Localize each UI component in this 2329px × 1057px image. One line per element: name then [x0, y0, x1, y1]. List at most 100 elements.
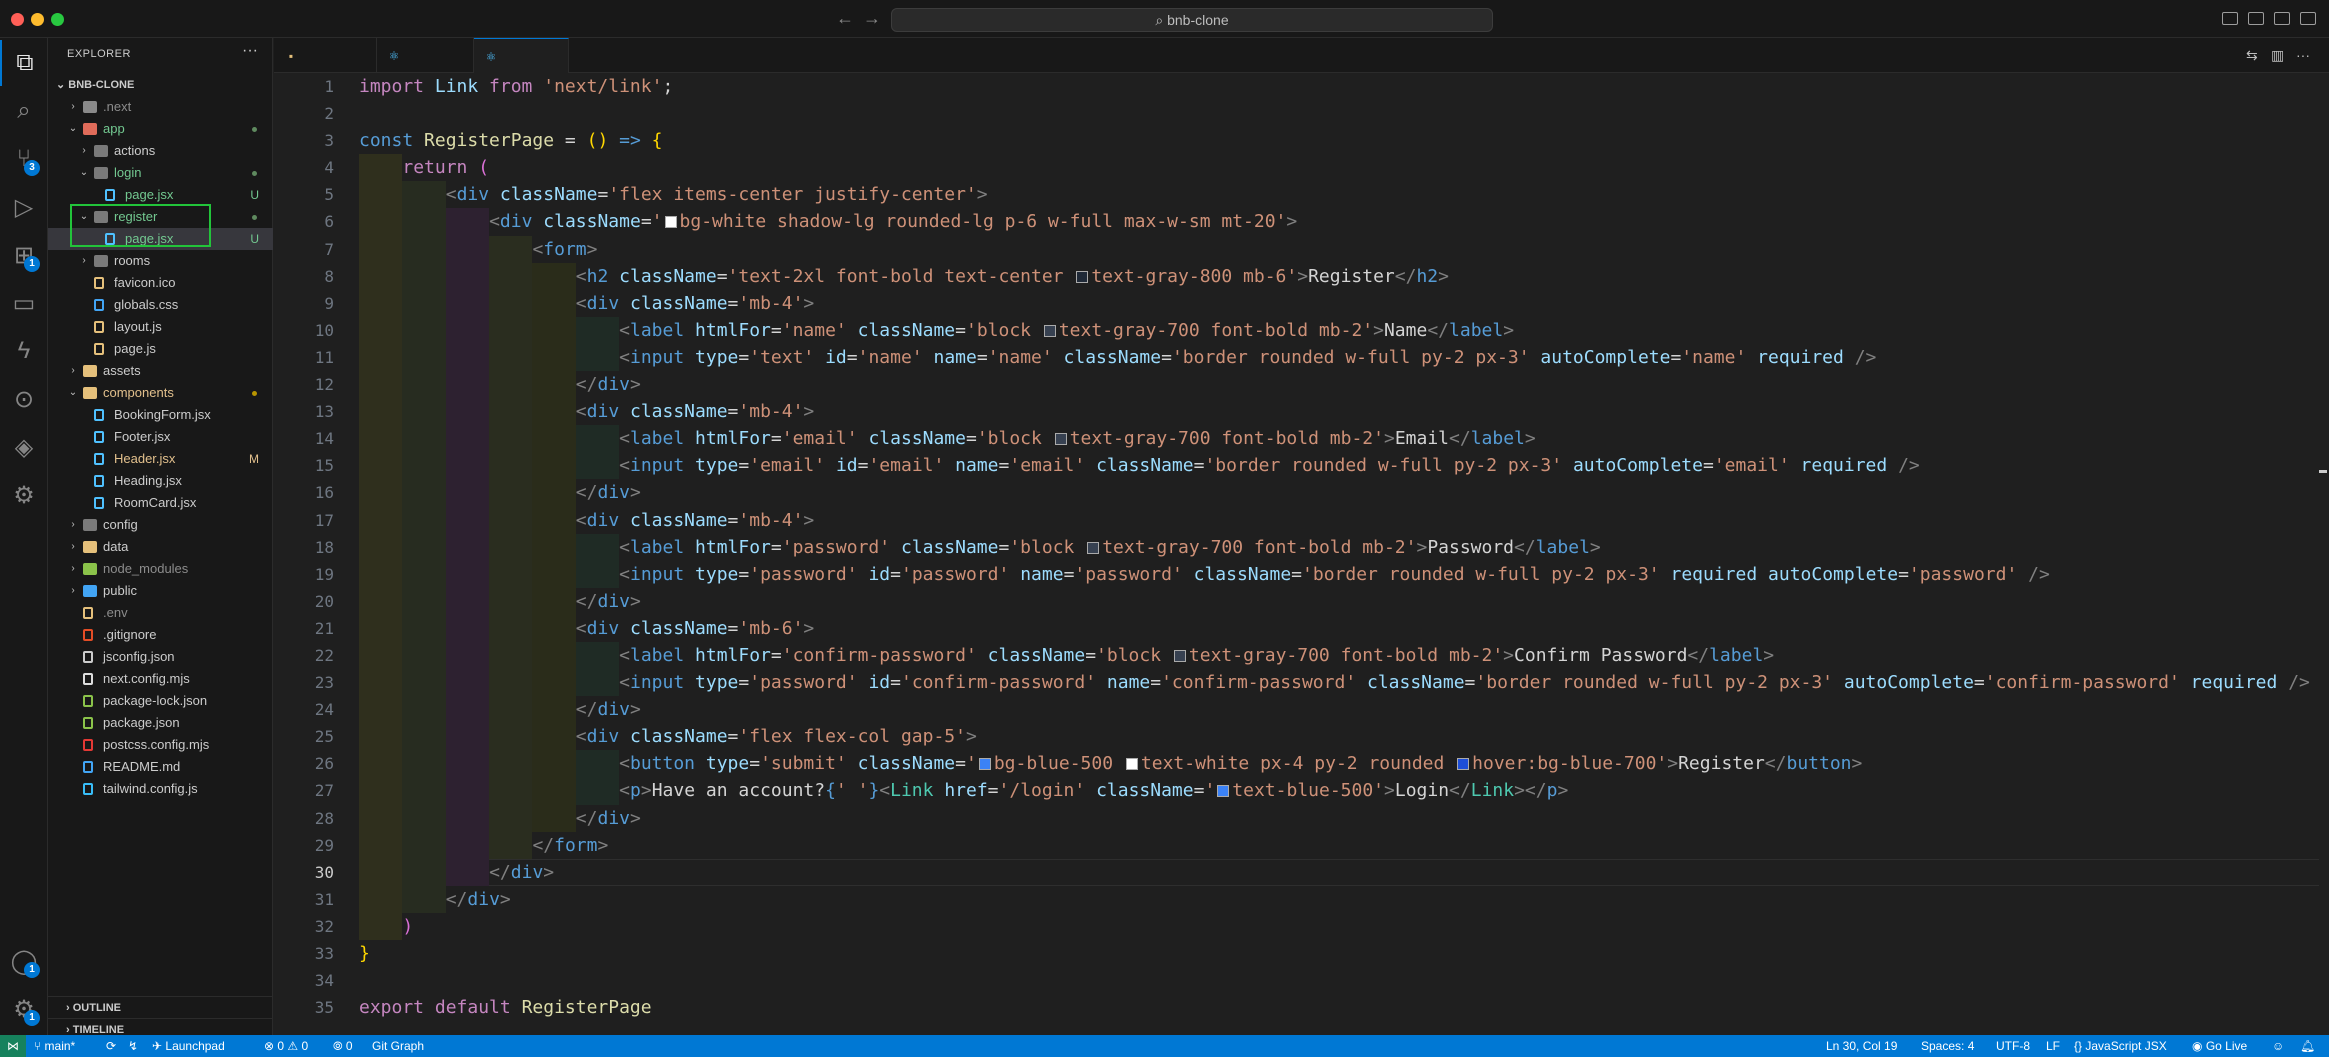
git-graph-status[interactable]: Git Graph [372, 1035, 424, 1057]
tree-file[interactable]: next.config.mjs [48, 668, 273, 690]
color-swatch[interactable] [1087, 541, 1100, 554]
code-line[interactable]: <label htmlFor='password' className='blo… [359, 533, 2310, 561]
go-live-status[interactable]: ◉ Go Live [2192, 1035, 2247, 1057]
toggle-panel-icon[interactable] [2248, 12, 2264, 25]
code-line[interactable] [359, 967, 2310, 994]
code-line[interactable]: <input type='password' id='password' nam… [359, 560, 2310, 588]
code-content[interactable]: import Link from 'next/link'; const Regis… [359, 73, 2310, 1021]
code-line[interactable]: return ( [359, 154, 2310, 182]
tree-file[interactable]: page.jsx U [48, 184, 273, 206]
tree-folder[interactable]: › rooms [48, 250, 273, 272]
sync-icon[interactable]: ⟳ [106, 1035, 116, 1057]
branch-status[interactable]: ⑂ main* [34, 1035, 75, 1057]
tree-file[interactable]: Footer.jsx [48, 426, 273, 448]
eol-status[interactable]: LF [2046, 1035, 2060, 1057]
search-icon[interactable]: ⌕ [0, 88, 48, 134]
code-line[interactable]: <input type='text' id='name' name='name'… [359, 343, 2310, 372]
more-actions-icon[interactable]: ··· [242, 42, 258, 60]
editor-more-icon[interactable]: ··· [2296, 47, 2310, 63]
forward-arrow-icon[interactable]: → [863, 8, 881, 29]
tree-file[interactable]: README.md [48, 756, 273, 778]
tree-file[interactable]: Heading.jsx [48, 470, 273, 492]
thunder-client-icon[interactable]: ϟ [0, 328, 48, 374]
code-line[interactable]: </div> [359, 371, 2310, 399]
code-line[interactable]: </div> [359, 858, 2310, 886]
code-line[interactable]: </form> [359, 831, 2310, 859]
encoding-status[interactable]: UTF-8 [1996, 1035, 2030, 1057]
tree-file[interactable]: .gitignore [48, 624, 273, 646]
source-control-icon[interactable]: ⑂ 3 [0, 136, 48, 182]
customize-layout-icon[interactable] [2300, 12, 2316, 25]
color-swatch[interactable] [1043, 324, 1056, 337]
tree-file[interactable]: layout.js [48, 316, 273, 338]
copilot-status-icon[interactable]: ☺ [2272, 1035, 2284, 1057]
tree-file[interactable]: postcss.config.mjs [48, 734, 273, 756]
tree-file[interactable]: page.js [48, 338, 273, 360]
code-line[interactable]: <input type='password' id='confirm-passw… [359, 669, 2310, 697]
color-swatch[interactable] [1125, 758, 1138, 771]
close-window-button[interactable] [11, 13, 24, 26]
code-line[interactable]: <p>Have an account?{' '}<Link href='/log… [359, 777, 2310, 805]
git-graph-icon[interactable]: ⊙ [0, 376, 48, 422]
ports-status[interactable]: ⦾ 0 [333, 1035, 353, 1057]
code-line[interactable]: ) [359, 912, 2310, 940]
minimize-window-button[interactable] [31, 13, 44, 26]
split-editor-icon[interactable]: ▥ [2271, 47, 2284, 64]
tree-folder[interactable]: › .next [48, 96, 273, 118]
code-line[interactable]: import Link from 'next/link'; [359, 73, 2310, 100]
docker-icon[interactable]: ◈ [0, 424, 48, 470]
tree-folder[interactable]: ⌄ login [48, 162, 273, 184]
editor-tab[interactable]: ⚛Header.jsxM [377, 38, 474, 99]
color-swatch[interactable] [1054, 433, 1067, 446]
tree-file[interactable]: jsconfig.json [48, 646, 273, 668]
code-editor[interactable]: 1 2 3 4 5 6 7 8 9 10 11 12 13 14 15 16 17 18 19 20 21 22 23 24 2… [274, 73, 2329, 1035]
code-line[interactable]: </div> [359, 479, 2310, 507]
toggle-secondary-sidebar-icon[interactable] [2274, 12, 2290, 25]
tree-file[interactable]: RoomCard.jsx [48, 492, 273, 514]
code-line[interactable]: const RegisterPage = () => { [359, 127, 2310, 154]
tree-file[interactable]: Header.jsx M [48, 448, 273, 470]
tree-file[interactable]: favicon.ico [48, 272, 273, 294]
tree-folder[interactable]: ⌄ app [48, 118, 273, 140]
explorer-icon[interactable]: ⧉ [0, 40, 48, 86]
language-status[interactable]: {} JavaScript JSX [2074, 1035, 2167, 1057]
code-line[interactable]: <div className='flex items-center justif… [359, 181, 2310, 209]
code-line[interactable]: <form> [359, 235, 2310, 263]
code-line[interactable]: </div> [359, 804, 2310, 832]
tree-file[interactable]: package-lock.json [48, 690, 273, 712]
accounts-icon[interactable]: ◯ 1 [0, 938, 48, 984]
code-line[interactable]: <div className='mb-4'> [359, 506, 2310, 534]
tree-file[interactable]: tailwind.config.js [48, 778, 273, 800]
remote-explorer-icon[interactable]: ▭ [0, 280, 48, 326]
code-line[interactable]: </div> [359, 587, 2310, 615]
tree-folder[interactable]: › actions [48, 140, 273, 162]
code-line[interactable]: </div> [359, 696, 2310, 724]
tree-file[interactable]: BookingForm.jsx [48, 404, 273, 426]
code-line[interactable]: <label htmlFor='name' className='block t… [359, 316, 2310, 344]
code-line[interactable]: <div className='mb-4'> [359, 289, 2310, 317]
remote-indicator-icon[interactable]: ⋈ [0, 1035, 26, 1057]
code-line[interactable] [359, 100, 2310, 127]
notifications-bell-icon[interactable]: 🔔︎ [2300, 1035, 2315, 1057]
run-debug-icon[interactable]: ▷ [0, 184, 48, 230]
tree-file[interactable]: globals.css [48, 294, 273, 316]
tree-folder[interactable]: › node_modules [48, 558, 273, 580]
compare-changes-icon[interactable]: ⇆ [2246, 47, 2258, 64]
code-line[interactable]: <input type='email' id='email' name='ema… [359, 452, 2310, 480]
code-line[interactable]: </div> [359, 885, 2310, 913]
code-line[interactable]: <button type='submit' className=' bg-blue… [359, 750, 2310, 778]
indentation-status[interactable]: Spaces: 4 [1921, 1035, 1974, 1057]
project-header[interactable]: ⌄ BNB-CLONE [48, 74, 273, 96]
copilot-icon[interactable]: ⚙ [0, 472, 48, 518]
extensions-icon[interactable]: ⊞ 1 [0, 232, 48, 278]
tree-file[interactable]: package.json [48, 712, 273, 734]
tree-folder[interactable]: ⌄ components [48, 382, 273, 404]
sync-status-icon[interactable]: ↯ [128, 1035, 138, 1057]
tree-folder[interactable]: › config [48, 514, 273, 536]
tree-folder[interactable]: › assets [48, 360, 273, 382]
toggle-sidebar-icon[interactable] [2222, 12, 2238, 25]
color-swatch[interactable] [1457, 758, 1470, 771]
color-swatch[interactable] [1173, 649, 1186, 662]
color-swatch[interactable] [1217, 785, 1230, 798]
code-line[interactable]: <div className='flex flex-col gap-5'> [359, 723, 2310, 751]
